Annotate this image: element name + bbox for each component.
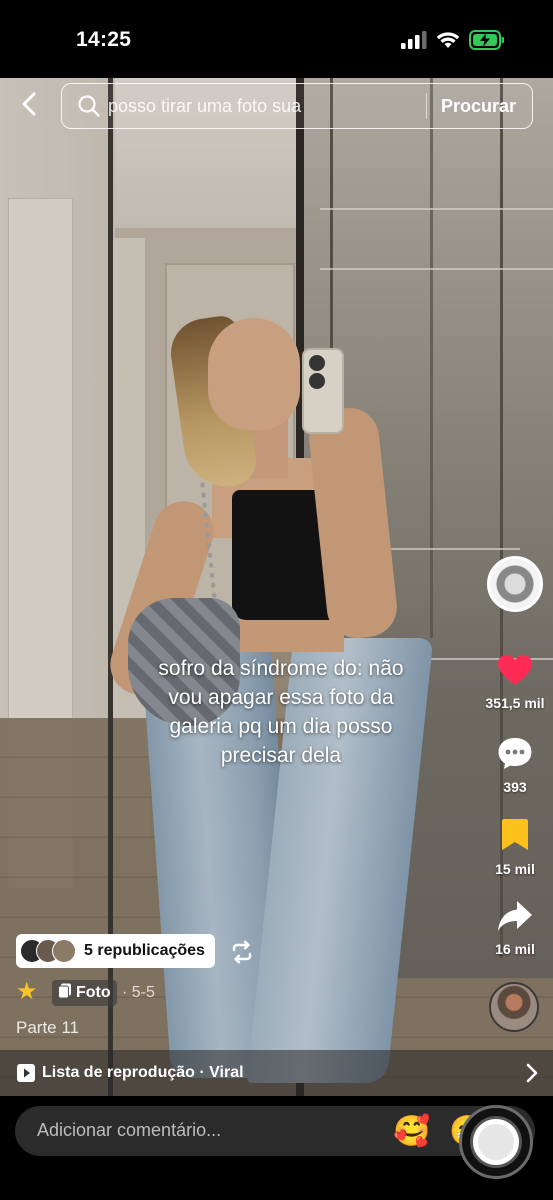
back-button[interactable] xyxy=(14,89,44,123)
caption-line: precisar dela xyxy=(220,744,342,767)
search-submit-button[interactable]: Procurar xyxy=(441,96,516,117)
photo-type-label: Foto xyxy=(76,984,111,1001)
like-count: 351,5 mil xyxy=(485,695,545,711)
search-input[interactable]: posso tirar uma foto sua Procurar xyxy=(61,83,533,129)
creator-avatar-disc[interactable] xyxy=(487,556,543,612)
signal-icon xyxy=(401,31,427,54)
repost-icon[interactable] xyxy=(230,940,254,964)
avatar xyxy=(52,939,76,963)
playlist-icon xyxy=(16,1063,36,1083)
post-date: · 5-5 xyxy=(122,984,155,1001)
comment-placeholder: Adicionar comentário... xyxy=(37,1120,222,1140)
star-icon: ★ xyxy=(16,978,38,1005)
music-disc[interactable] xyxy=(489,982,539,1032)
photo-caption: sofro da síndrome do: não vou apagar ess… xyxy=(136,654,426,770)
reposts-label: 5 republicações xyxy=(84,942,205,959)
caption-line: galeria pq um dia posso xyxy=(169,715,393,738)
like-button[interactable]: 351,5 mil xyxy=(483,654,547,711)
heart-icon xyxy=(497,654,533,691)
search-icon xyxy=(78,95,100,117)
share-button[interactable]: 16 mil xyxy=(483,900,547,957)
search-divider xyxy=(425,93,427,119)
status-time: 14:25 xyxy=(76,28,132,51)
chevron-left-icon xyxy=(22,92,36,121)
comment-input[interactable]: Adicionar comentário... 🥰 😁 xyxy=(15,1106,535,1156)
comment-count: 393 xyxy=(503,779,527,795)
reposts-chip[interactable]: 5 republicações xyxy=(16,934,215,968)
bottom-bar: Adicionar comentário... 🥰 😁 xyxy=(0,1096,553,1200)
photo-stack-icon xyxy=(58,983,72,1004)
caption-line: sofro da síndrome do: não xyxy=(158,657,404,680)
bookmark-icon xyxy=(501,818,529,857)
status-bar: 14:25 xyxy=(0,0,553,78)
search-query[interactable]: posso tirar uma foto sua xyxy=(108,96,426,117)
playlist-label: Lista de reprodução · Viral xyxy=(42,1064,244,1081)
save-button[interactable]: 15 mil xyxy=(483,818,547,877)
photo-type-badge: Foto xyxy=(52,980,117,1006)
record-button[interactable] xyxy=(459,1105,533,1179)
comment-bubble-icon xyxy=(497,736,533,775)
part-label: Parte 11 xyxy=(16,1018,80,1037)
emoji-smiling-hearts-button[interactable]: 🥰 xyxy=(393,1116,430,1148)
share-count: 16 mil xyxy=(495,941,535,957)
battery-charging-icon xyxy=(469,30,505,55)
record-icon xyxy=(473,1119,519,1165)
wifi-icon xyxy=(436,31,460,54)
chevron-right-icon xyxy=(525,1063,539,1083)
status-icons xyxy=(401,30,505,55)
caption-line: vou apagar essa foto da xyxy=(168,686,394,709)
share-arrow-icon xyxy=(497,900,533,937)
save-count: 15 mil xyxy=(495,861,535,877)
comment-button[interactable]: 393 xyxy=(483,736,547,795)
playlist-bar[interactable]: Lista de reprodução · Viral xyxy=(0,1050,553,1096)
